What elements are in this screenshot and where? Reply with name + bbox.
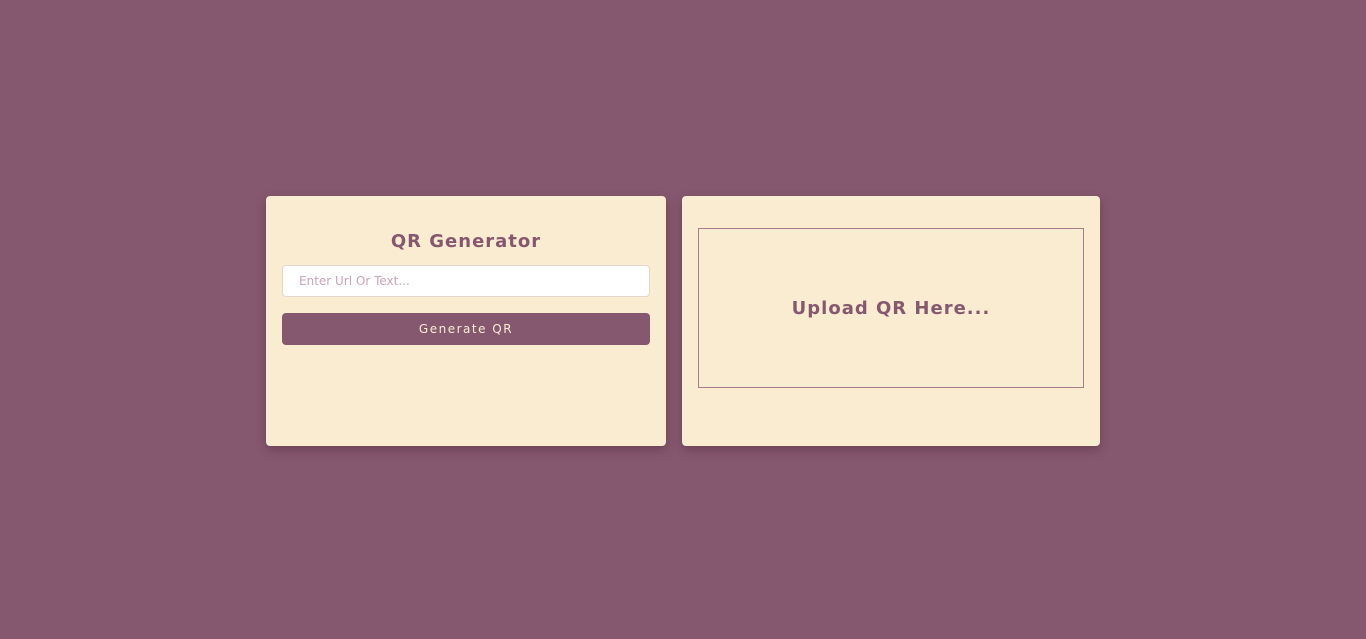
url-text-input[interactable] [282,265,650,297]
generator-title: QR Generator [390,231,542,252]
upload-drop-zone[interactable]: Upload QR Here... [698,228,1084,388]
qr-generator-card: QR Generator Generate QR [266,196,666,446]
generate-qr-button[interactable]: Generate QR [282,313,650,345]
upload-label: Upload QR Here... [791,297,991,319]
qr-upload-card: Upload QR Here... [682,196,1100,446]
